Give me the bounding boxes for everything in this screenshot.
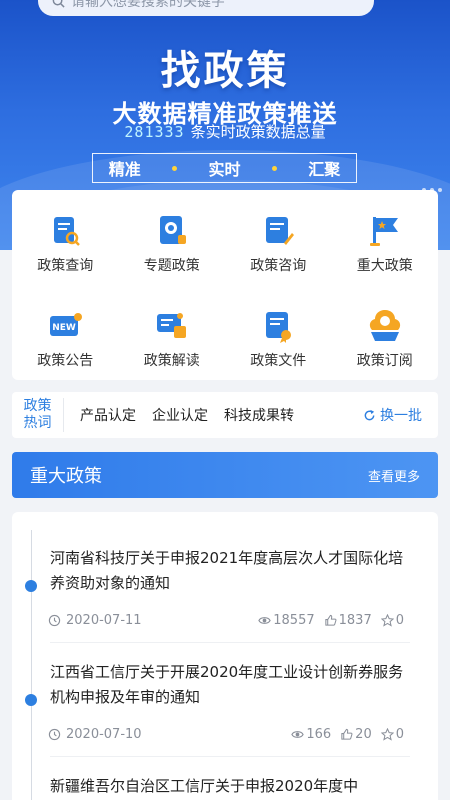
- announcement-new-icon: NEW: [50, 312, 83, 336]
- menu-item-label: 政策文件: [250, 352, 307, 369]
- eye-icon: [258, 616, 271, 624]
- hot-keyword[interactable]: 产品认定: [80, 405, 136, 425]
- search-placeholder: 请输入想要搜索的关键字: [71, 0, 225, 10]
- hot-keywords-bar: 政策 热词 产品认定 企业认定 科技成果转 换一批: [12, 392, 438, 438]
- hot-label-line: 热词: [23, 415, 52, 431]
- hot-keywords-label: 政策 热词: [12, 398, 64, 432]
- section-header-major-policy: 重大政策 查看更多: [12, 452, 438, 498]
- menu-item-label: 政策咨询: [250, 257, 307, 274]
- favorite-stat[interactable]: 0: [380, 612, 404, 628]
- section-title: 重大政策: [30, 466, 102, 487]
- major-policy-icon: [369, 216, 398, 246]
- timeline-dot: [25, 694, 37, 706]
- news-meta: 2020-07-11 18557 1837 0: [48, 610, 404, 630]
- thumbs-up-icon: [324, 614, 337, 626]
- policy-file-icon: [266, 311, 292, 343]
- stats-text: 条实时政策数据总量: [190, 123, 326, 141]
- menu-item-major-policy[interactable]: 重大政策: [332, 196, 439, 291]
- hot-keyword[interactable]: 科技成果转: [224, 405, 294, 425]
- views-stat: 18557: [258, 612, 315, 628]
- timeline-line: [31, 530, 32, 800]
- refresh-button[interactable]: 换一批: [363, 405, 422, 425]
- likes-stat[interactable]: 1837: [324, 613, 372, 628]
- news-stats: 166 20 0: [291, 727, 404, 742]
- clock-icon: [48, 614, 61, 626]
- likes-count: 1837: [338, 612, 372, 628]
- refresh-icon: [364, 409, 375, 420]
- tag-separator-dot: [271, 165, 277, 171]
- news-title[interactable]: 江西省工信厅关于开展2020年度工业设计创新券服务机构申报及年审的通知: [50, 660, 410, 710]
- menu-item-label: 政策查询: [37, 257, 94, 274]
- carousel-dot[interactable]: [430, 188, 434, 192]
- timeline-dot: [25, 580, 37, 592]
- svg-text:NEW: NEW: [52, 323, 76, 333]
- divider: [50, 642, 410, 643]
- topic-policy-icon: [159, 215, 186, 244]
- favorite-stat[interactable]: 0: [380, 726, 404, 742]
- likes-count: 20: [355, 726, 372, 742]
- search-icon: [52, 0, 65, 8]
- thumbs-up-icon: [341, 728, 353, 740]
- star-icon: [380, 613, 394, 627]
- stats-line: 281333 条实时政策数据总量: [0, 121, 450, 142]
- menu-item-label: 专题政策: [143, 257, 200, 274]
- feature-tags: 精准 实时 汇聚: [92, 153, 357, 183]
- menu-item-announcement[interactable]: NEW 政策公告: [12, 291, 119, 386]
- menu-item-policy-consult[interactable]: 政策咨询: [225, 196, 332, 291]
- clock-icon: [48, 728, 61, 740]
- favorite-count: 0: [395, 612, 404, 628]
- carousel-indicators[interactable]: [422, 188, 442, 192]
- menu-item-label: 政策订阅: [356, 352, 413, 369]
- eye-icon: [291, 730, 305, 738]
- hot-label-line: 政策: [23, 398, 52, 414]
- views-count: 18557: [273, 612, 315, 628]
- tag-separator-dot: [172, 165, 178, 171]
- tag-gather: 汇聚: [308, 160, 341, 179]
- carousel-dot[interactable]: [438, 188, 442, 192]
- views-count: 166: [306, 726, 332, 742]
- view-more-link[interactable]: 查看更多: [368, 466, 420, 485]
- menu-grid: 政策查询 专题政策 政策咨询 重大政策 NEW 政策公告 政策解读 政策文件 政…: [12, 190, 438, 380]
- banner-title: 找政策: [160, 48, 290, 94]
- stats-number: 281333: [124, 123, 185, 141]
- news-date: 2020-07-10: [66, 726, 142, 742]
- menu-item-label: 政策公告: [37, 352, 94, 369]
- tag-realtime: 实时: [208, 160, 241, 179]
- policy-news-list: 河南省科技厅关于申报2021年度高层次人才国际化培养资助对象的通知 2020-0…: [12, 512, 438, 800]
- divider: [50, 756, 410, 757]
- news-stats: 18557 1837 0: [258, 613, 404, 628]
- news-meta: 2020-07-10 166 20 0: [48, 724, 404, 744]
- menu-item-topic-policy[interactable]: 专题政策: [119, 196, 226, 291]
- news-title[interactable]: 新疆维吾尔自治区工信厅关于申报2020年度中: [50, 774, 410, 799]
- news-date: 2020-07-11: [66, 612, 142, 628]
- views-stat: 166: [291, 727, 331, 742]
- subscribe-icon: [369, 309, 400, 341]
- carousel-dot[interactable]: [422, 188, 426, 192]
- menu-item-policy-search[interactable]: 政策查询: [12, 196, 119, 291]
- menu-item-subscribe[interactable]: 政策订阅: [332, 291, 439, 386]
- menu-item-label: 重大政策: [356, 257, 413, 274]
- policy-consult-icon: [266, 216, 295, 245]
- likes-stat[interactable]: 20: [340, 727, 372, 742]
- star-icon: [380, 727, 394, 741]
- news-title[interactable]: 河南省科技厅关于申报2021年度高层次人才国际化培养资助对象的通知: [50, 546, 410, 596]
- refresh-label: 换一批: [380, 408, 422, 424]
- search-input[interactable]: 请输入想要搜索的关键字: [38, 0, 374, 16]
- menu-item-policy-interpret[interactable]: 政策解读: [119, 291, 226, 386]
- menu-item-policy-file[interactable]: 政策文件: [225, 291, 332, 386]
- favorite-count: 0: [395, 726, 404, 742]
- hot-keyword[interactable]: 企业认定: [152, 405, 208, 425]
- tag-precise: 精准: [108, 160, 141, 179]
- menu-item-label: 政策解读: [143, 352, 200, 369]
- policy-search-icon: [54, 216, 81, 246]
- policy-interpret-icon: [156, 312, 186, 338]
